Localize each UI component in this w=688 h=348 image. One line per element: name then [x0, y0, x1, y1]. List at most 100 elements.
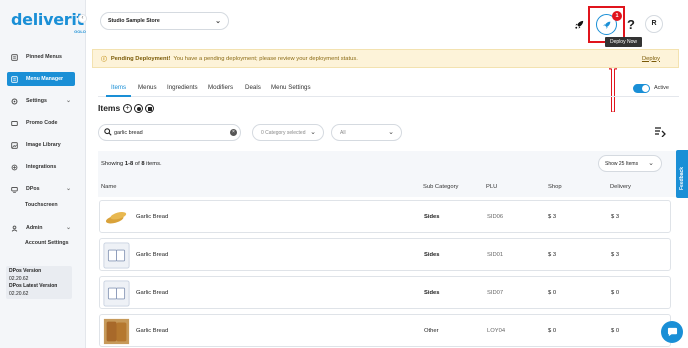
status-select-value: All [340, 129, 346, 136]
chat-icon [667, 327, 677, 337]
table-row[interactable]: Garlic Bread Other LOY04 $ 0 $ 0 [99, 314, 671, 347]
item-delivery-price: $ 3 [611, 214, 620, 220]
column-header-shop[interactable]: Shop [548, 184, 562, 190]
dpos-version-value: 02.20.62 [9, 275, 29, 282]
pos-icon [10, 185, 18, 193]
sidebar: deliverit GOLO ‹ Pinned Menus Menu Manag… [0, 0, 87, 348]
tabs: Items Menus Ingredients Modifiers Deals … [98, 80, 679, 97]
brand-sub: GOLO [74, 29, 86, 34]
item-shop-price: $ 3 [548, 252, 557, 258]
add-item-button[interactable]: + [123, 104, 132, 113]
sidebar-subitem-touchscreen[interactable]: Touchscreen [25, 202, 58, 208]
item-plu: SID07 [487, 290, 504, 296]
showing-count: Showing 1-8 of 8 items. [101, 161, 162, 167]
sidebar-item-label: Promo Code [26, 120, 58, 126]
showing-prefix: Showing [101, 161, 125, 167]
item-plu: LOY04 [487, 328, 506, 334]
sidebar-item-image-library[interactable]: Image Library [7, 138, 75, 152]
tab-modifiers[interactable]: Modifiers [208, 84, 233, 91]
item-name: Garlic Bread [136, 328, 169, 334]
column-header-plu[interactable]: PLU [486, 184, 497, 190]
chevron-down-icon: ⌄ [310, 129, 316, 136]
tab-menus[interactable]: Menus [138, 84, 157, 91]
table-row[interactable]: Garlic Bread Sides SID06 $ 3 $ 3 [99, 200, 671, 233]
tab-deals[interactable]: Deals [245, 84, 261, 91]
version-info: DPos Version 02.20.62 DPos Latest Versio… [6, 266, 72, 299]
page-title: Items [98, 103, 121, 113]
brand-logo[interactable]: deliverit GOLO [11, 10, 86, 34]
item-category: Sides [424, 290, 440, 296]
store-select[interactable]: Studio Sample Store ⌄ [100, 12, 229, 30]
item-delivery-price: $ 3 [611, 252, 620, 258]
deploy-tooltip: Deploy Now [605, 37, 642, 47]
dpos-latest-version-label: DPos Latest Version [9, 283, 58, 290]
active-toggle[interactable] [633, 84, 650, 93]
image-icon [10, 141, 18, 149]
chevron-down-icon: ⌄ [65, 98, 71, 104]
page-size-value: Show 25 Items [605, 160, 639, 167]
chevron-down-icon: ⌄ [215, 18, 221, 25]
tab-items[interactable]: Items [111, 84, 126, 91]
column-header-sub-category[interactable]: Sub Category [423, 184, 458, 190]
item-plu: SID06 [487, 214, 504, 220]
sidebar-item-dpos[interactable]: DPos ⌄ [7, 182, 75, 196]
active-toggle-label: Active [654, 85, 669, 91]
active-tab-indicator [106, 95, 131, 97]
pin-icon [10, 53, 18, 61]
dpos-latest-version-value: 02.20.62 [9, 290, 29, 297]
table-header [98, 151, 679, 197]
avatar[interactable]: R [645, 15, 663, 33]
rocket-icon[interactable] [571, 16, 587, 32]
deploy-link[interactable]: Deploy [642, 56, 660, 62]
sidebar-item-admin[interactable]: Admin ⌄ [7, 221, 75, 235]
settings-circle-button[interactable] [134, 104, 143, 113]
placeholder-image-icon [103, 280, 130, 307]
collapse-sidebar-button[interactable]: ‹ [78, 14, 87, 23]
tab-menu-settings[interactable]: Menu Settings [271, 84, 311, 91]
search-icon [104, 128, 112, 136]
sidebar-item-label: DPos [26, 186, 40, 192]
category-select-value: 0 Category selected [261, 129, 306, 136]
sidebar-item-pinned-menus[interactable]: Pinned Menus [7, 50, 75, 64]
tab-ingredients[interactable]: Ingredients [167, 84, 198, 91]
banner-title: Pending Deployment! [110, 55, 171, 62]
column-header-name[interactable]: Name [101, 184, 116, 190]
sidebar-item-label: Image Library [26, 142, 61, 148]
gear-icon [10, 97, 18, 105]
chat-button[interactable] [661, 321, 683, 343]
feedback-tab[interactable]: Feedback [676, 150, 688, 198]
sidebar-item-label: Admin [26, 225, 43, 231]
showing-suffix: items. [144, 161, 162, 167]
page-size-select[interactable]: Show 25 Items ⌄ [598, 155, 662, 172]
column-header-delivery[interactable]: Delivery [610, 184, 631, 190]
export-icon[interactable] [654, 126, 666, 137]
category-select[interactable]: 0 Category selected ⌄ [252, 124, 324, 141]
brand-name: deliverit [11, 10, 84, 29]
item-category: Other [424, 328, 439, 334]
menu-icon [10, 75, 18, 83]
clear-search-icon[interactable]: × [230, 129, 237, 136]
sidebar-item-promo-code[interactable]: Promo Code [7, 116, 75, 130]
print-button[interactable] [145, 104, 154, 113]
status-select[interactable]: All ⌄ [331, 124, 402, 141]
item-plu: SID01 [487, 252, 504, 258]
showing-range: 1-8 [124, 161, 134, 167]
item-shop-price: $ 3 [548, 214, 557, 220]
item-shop-price: $ 0 [548, 328, 557, 334]
item-delivery-price: $ 0 [611, 290, 620, 296]
tag-icon [10, 119, 18, 127]
search-input[interactable]: garlic bread [98, 124, 241, 141]
dpos-version-label: DPos Version [9, 268, 42, 274]
search-input-value: garlic bread [114, 129, 143, 136]
sidebar-item-integrations[interactable]: Integrations [7, 160, 75, 174]
sidebar-item-menu-manager[interactable]: Menu Manager [7, 72, 75, 86]
sidebar-item-label: Menu Manager [26, 76, 64, 82]
sidebar-subitem-account-settings[interactable]: Account Settings [25, 240, 69, 246]
sidebar-item-label: Settings [26, 98, 47, 104]
table-row[interactable]: Garlic Bread Sides SID01 $ 3 $ 3 [99, 238, 671, 271]
item-delivery-price: $ 0 [611, 328, 620, 334]
sidebar-item-settings[interactable]: Settings ⌄ [7, 94, 75, 108]
info-icon: ⓘ [101, 57, 107, 63]
table-row[interactable]: Garlic Bread Sides SID07 $ 0 $ 0 [99, 276, 671, 309]
help-icon[interactable]: ? [623, 16, 639, 32]
